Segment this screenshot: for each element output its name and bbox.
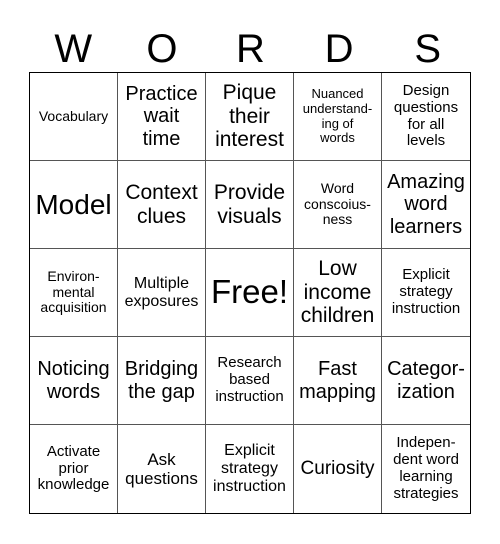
bingo-cell[interactable]: Design questions for all levels (382, 73, 470, 161)
bingo-cell[interactable]: Context clues (118, 161, 206, 249)
bingo-cell[interactable]: Activate prior knowledge (30, 425, 118, 513)
bingo-cell[interactable]: Pique their interest (206, 73, 294, 161)
header-letter: W (54, 27, 93, 71)
bingo-cell[interactable]: Fast mapping (294, 337, 382, 425)
bingo-cell[interactable]: Practice wait time (118, 73, 206, 161)
bingo-header: W O R D S (29, 26, 472, 72)
header-letter: R (236, 27, 265, 71)
bingo-cell[interactable]: Explicit strategy instruction (206, 425, 294, 513)
bingo-cell[interactable]: Curiosity (294, 425, 382, 513)
header-letter: S (414, 27, 442, 71)
bingo-cell[interactable]: Explicit strategy instruction (382, 249, 470, 337)
header-letter: O (146, 27, 178, 71)
bingo-cell[interactable]: Ask questions (118, 425, 206, 513)
bingo-cell[interactable]: Noticing words (30, 337, 118, 425)
bingo-grid: Vocabulary Practice wait time Pique their … (29, 72, 471, 514)
bingo-cell[interactable]: Research based instruction (206, 337, 294, 425)
bingo-cell[interactable]: Amazing word learners (382, 161, 470, 249)
bingo-cell[interactable]: Word conscoius- ness (294, 161, 382, 249)
bingo-cell[interactable]: Nuanced understand- ing of words (294, 73, 382, 161)
free-space-cell[interactable]: Free! (206, 249, 294, 337)
bingo-cell[interactable]: Bridging the gap (118, 337, 206, 425)
bingo-cell[interactable]: Multiple exposures (118, 249, 206, 337)
bingo-cell[interactable]: Provide visuals (206, 161, 294, 249)
bingo-cell[interactable]: Model (30, 161, 118, 249)
bingo-cell[interactable]: Indepen- dent word learning strategies (382, 425, 470, 513)
bingo-cell[interactable]: Low income children (294, 249, 382, 337)
bingo-cell[interactable]: Vocabulary (30, 73, 118, 161)
bingo-cell[interactable]: Environ- mental acquisition (30, 249, 118, 337)
header-letter: D (324, 27, 354, 71)
bingo-cell[interactable]: Categor- ization (382, 337, 470, 425)
